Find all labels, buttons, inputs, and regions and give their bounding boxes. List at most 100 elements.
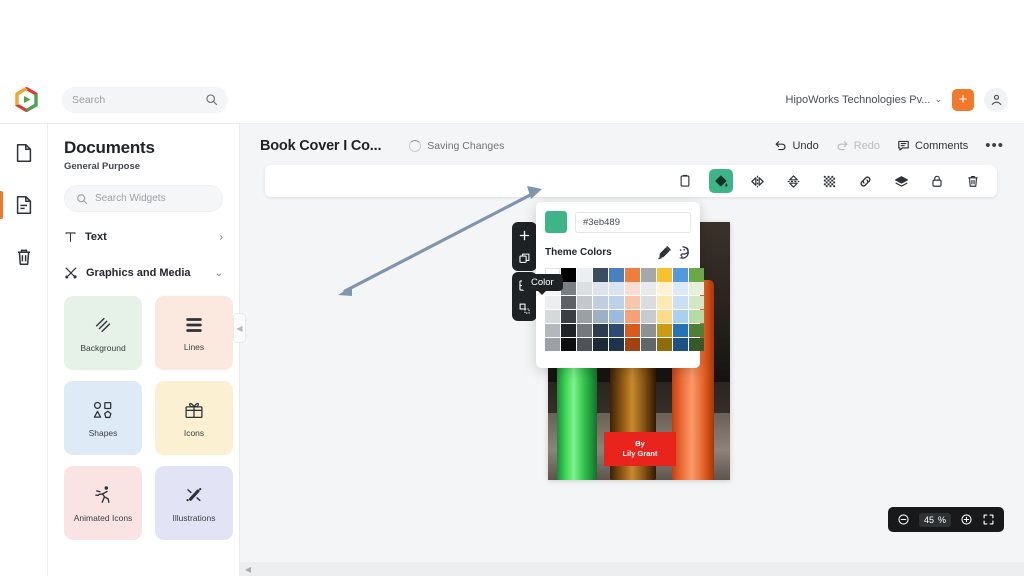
flip-vertical-button[interactable]: [781, 169, 805, 193]
color-swatch[interactable]: [609, 324, 624, 337]
color-swatch[interactable]: [625, 324, 640, 337]
color-fill-button[interactable]: [709, 169, 733, 193]
color-swatch[interactable]: [625, 268, 640, 282]
color-swatch[interactable]: [609, 296, 624, 309]
sidebar-section-graphics[interactable]: Graphics and Media ⌄: [64, 262, 223, 284]
color-swatch[interactable]: [561, 310, 576, 323]
color-swatch[interactable]: [625, 310, 640, 323]
color-swatch[interactable]: [561, 282, 576, 295]
color-swatch[interactable]: [577, 296, 592, 309]
color-swatch[interactable]: [657, 296, 672, 309]
color-swatch[interactable]: [657, 310, 672, 323]
widget-card-icons[interactable]: Icons: [155, 381, 233, 455]
add-new-button[interactable]: +: [952, 88, 974, 111]
color-swatch[interactable]: [577, 324, 592, 337]
account-avatar[interactable]: [984, 87, 1008, 112]
zoom-out-button[interactable]: [897, 513, 910, 526]
color-swatch[interactable]: [593, 282, 608, 295]
current-color-swatch[interactable]: [545, 211, 567, 233]
color-swatch[interactable]: [625, 282, 640, 295]
zoom-in-button[interactable]: [960, 513, 973, 526]
color-swatch[interactable]: [625, 338, 640, 351]
color-swatch[interactable]: [689, 338, 704, 351]
color-swatch[interactable]: [577, 310, 592, 323]
document-title[interactable]: Book Cover I Co...: [260, 138, 381, 154]
color-swatch[interactable]: [577, 268, 592, 282]
color-swatch[interactable]: [561, 324, 576, 337]
color-swatch[interactable]: [689, 268, 704, 282]
sidebar-collapse-handle[interactable]: ◀: [233, 313, 246, 343]
hex-input[interactable]: #3eb489: [575, 211, 691, 233]
color-swatch[interactable]: [593, 310, 608, 323]
color-swatch[interactable]: [641, 268, 656, 282]
widget-card-shapes[interactable]: Shapes: [64, 381, 142, 455]
comments-button[interactable]: Comments: [897, 139, 968, 152]
rail-item-document[interactable]: [0, 188, 48, 222]
color-swatch[interactable]: [689, 296, 704, 309]
color-swatch[interactable]: [577, 338, 592, 351]
org-selector[interactable]: HipoWorks Technologies Pv... ⌄: [786, 94, 942, 106]
color-swatch[interactable]: [561, 268, 576, 282]
color-swatch[interactable]: [625, 296, 640, 309]
more-options-button[interactable]: •••: [985, 138, 1004, 153]
color-swatch[interactable]: [609, 310, 624, 323]
color-swatch[interactable]: [641, 282, 656, 295]
color-swatch[interactable]: [657, 324, 672, 337]
widget-card-lines[interactable]: Lines: [155, 296, 233, 370]
color-swatch[interactable]: [657, 268, 672, 282]
app-logo[interactable]: [2, 87, 50, 112]
duplicate-button[interactable]: [673, 169, 697, 193]
color-swatch[interactable]: [689, 310, 704, 323]
duplicate-page-icon[interactable]: [517, 250, 533, 266]
color-swatch[interactable]: [641, 310, 656, 323]
color-swatch[interactable]: [641, 324, 656, 337]
color-swatch[interactable]: [545, 296, 560, 309]
color-swatch[interactable]: [593, 296, 608, 309]
color-swatch[interactable]: [689, 324, 704, 337]
redo-button[interactable]: Redo: [836, 139, 880, 152]
color-swatch[interactable]: [673, 268, 688, 282]
layers-button[interactable]: [889, 169, 913, 193]
scroll-left-arrow[interactable]: ◀: [240, 565, 256, 574]
color-wheel-icon[interactable]: [673, 243, 691, 261]
delete-button[interactable]: [961, 169, 985, 193]
sidebar-section-text[interactable]: Text ›: [64, 226, 223, 248]
widget-card-animated-icons[interactable]: Animated Icons: [64, 466, 142, 540]
widget-card-illustrations[interactable]: Illustrations: [155, 466, 233, 540]
rail-item-trash[interactable]: [0, 240, 48, 274]
color-swatch[interactable]: [689, 282, 704, 295]
color-swatch[interactable]: [577, 282, 592, 295]
color-swatch[interactable]: [609, 282, 624, 295]
color-swatch[interactable]: [593, 324, 608, 337]
color-swatch[interactable]: [673, 296, 688, 309]
undo-button[interactable]: Undo: [774, 139, 819, 152]
color-swatch[interactable]: [609, 338, 624, 351]
color-swatch[interactable]: [545, 338, 560, 351]
add-page-icon[interactable]: [517, 227, 533, 243]
color-swatch[interactable]: [673, 282, 688, 295]
crop-icon[interactable]: [517, 300, 533, 316]
color-swatch[interactable]: [673, 310, 688, 323]
color-swatch[interactable]: [657, 338, 672, 351]
fullscreen-icon[interactable]: [982, 513, 995, 526]
widget-search-input[interactable]: Search Widgets: [64, 185, 223, 212]
widget-card-background[interactable]: Background: [64, 296, 142, 370]
rail-item-pages[interactable]: [0, 136, 48, 170]
link-button[interactable]: [853, 169, 877, 193]
color-swatch[interactable]: [545, 310, 560, 323]
global-search-input[interactable]: Search: [62, 86, 228, 113]
color-swatch[interactable]: [545, 324, 560, 337]
color-swatch[interactable]: [673, 324, 688, 337]
lock-button[interactable]: [925, 169, 949, 193]
color-swatch[interactable]: [673, 338, 688, 351]
color-swatch[interactable]: [561, 338, 576, 351]
transparency-button[interactable]: [817, 169, 841, 193]
horizontal-scrollbar[interactable]: ◀: [240, 562, 1024, 576]
color-swatch[interactable]: [641, 296, 656, 309]
zoom-value[interactable]: 45 %: [919, 512, 952, 527]
color-swatch[interactable]: [641, 338, 656, 351]
color-swatch[interactable]: [593, 268, 608, 282]
flip-horizontal-button[interactable]: [745, 169, 769, 193]
eyedropper-icon[interactable]: [655, 243, 673, 261]
color-swatch[interactable]: [561, 296, 576, 309]
